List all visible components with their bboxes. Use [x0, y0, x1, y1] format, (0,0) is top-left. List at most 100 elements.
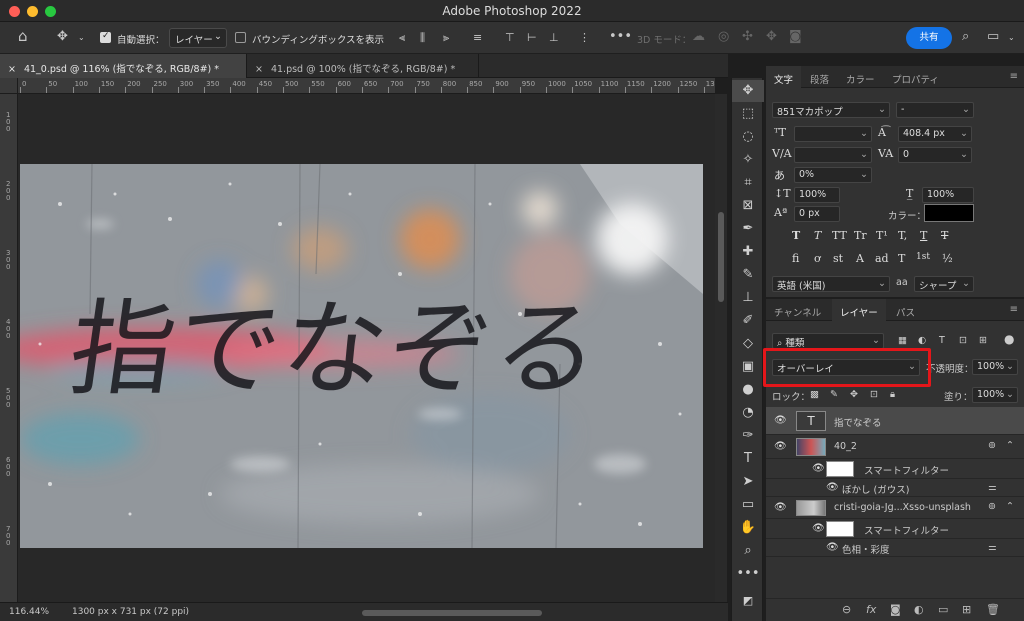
canvas-text[interactable]: 指でなぞる [61, 264, 612, 415]
healing-brush-tool-icon[interactable]: ✚ [732, 241, 764, 263]
layer-row[interactable]: 👁︎ cristi-goia-Jg...Xsso-unsplash ⊚ ⌃ [766, 497, 1024, 519]
font-size-field[interactable]: ⌄ [794, 126, 872, 142]
layer-row[interactable]: 👁︎ 40_2 ⊚ ⌃ [766, 435, 1024, 459]
faux-bold-button[interactable]: T [792, 229, 800, 242]
workspace-icon[interactable]: ▭ [987, 29, 999, 44]
ligature-button[interactable]: fi [792, 252, 799, 265]
tab-channels[interactable]: チャンネル [766, 299, 829, 321]
color-swatches-icon[interactable]: ◩ [732, 590, 764, 612]
layer-row[interactable]: 👁︎ 色相・彩度 ⚌ [766, 539, 1024, 557]
eye-icon[interactable]: 👁︎ [774, 441, 787, 452]
panel-menu-icon[interactable]: ≡ [1010, 304, 1018, 315]
tab-paragraph[interactable]: 段落 [802, 66, 837, 88]
stamp-tool-icon[interactable]: ⊥ [732, 287, 764, 309]
auto-select-checkbox[interactable] [100, 31, 111, 43]
eye-icon[interactable]: 👁︎ [812, 463, 825, 474]
fx-icon[interactable]: fx [866, 603, 876, 616]
new-layer-icon[interactable]: ⊞ [962, 603, 971, 616]
layer-row[interactable]: 👁︎ ぼかし (ガウス) ⚌ [766, 479, 1024, 497]
discretionary-ligature-button[interactable]: st [833, 252, 843, 265]
layer-row[interactable]: 👁︎ スマートフィルター [766, 519, 1024, 539]
delete-layer-icon[interactable]: 🗑︎ [986, 603, 1000, 616]
tracking-field[interactable]: 0 ⌄ [898, 147, 972, 163]
align-bottom-icon[interactable]: ⊥ [549, 31, 559, 44]
eraser-tool-icon[interactable]: ◇ [732, 333, 764, 355]
lock-position-icon[interactable]: ✥ [850, 389, 858, 400]
zoom-level[interactable]: 116.44% [9, 607, 49, 617]
eye-icon[interactable]: 👁︎ [774, 502, 787, 513]
fill-field[interactable]: 100% ⌄ [972, 387, 1018, 403]
vertical-scroll-thumb[interactable] [718, 212, 724, 302]
new-group-icon[interactable]: ▭ [938, 603, 948, 616]
fractions-button[interactable]: ½ [942, 252, 953, 265]
more-tools-icon[interactable]: ••• [732, 563, 764, 585]
marquee-tool-icon[interactable]: ⬚ [732, 103, 764, 125]
ordinals-button[interactable]: 1st [916, 252, 930, 262]
more-icon[interactable]: ••• [609, 29, 632, 44]
lock-image-icon[interactable]: ✎ [830, 389, 838, 400]
leading-field[interactable]: 408.4 px ⌄ [898, 126, 972, 142]
frame-tool-icon[interactable]: ⊠ [732, 195, 764, 217]
horizontal-ruler[interactable]: 0 50 100 150 200 250 300 350 400 450 500 550 600 650 7… [18, 78, 715, 94]
faux-italic-button[interactable]: T [814, 229, 821, 242]
move-tool-icon[interactable]: ✥ [732, 80, 764, 102]
underline-button[interactable]: T [920, 229, 927, 242]
lock-transparent-icon[interactable]: ▩ [810, 389, 819, 400]
tab-color[interactable]: カラー [838, 66, 883, 88]
vertical-scale-field[interactable]: 100% [794, 187, 840, 203]
tab-properties[interactable]: プロパティ [884, 66, 947, 88]
brush-tool-icon[interactable]: ✎ [732, 264, 764, 286]
align-left-icon[interactable]: ⫷ [399, 31, 405, 45]
doc-tab-1[interactable]: × 41_0.psd @ 116% (指でなぞる, RGB/8#) * [0, 54, 247, 78]
horizontal-scale-field[interactable]: 100% [922, 187, 974, 203]
move-tool-icon[interactable]: ✥ [57, 29, 68, 44]
blur-tool-icon[interactable]: ● [732, 379, 764, 401]
doc-tab-2[interactable]: × 41.psd @ 100% (指でなぞる, RGB/8#) * [247, 54, 479, 78]
close-icon[interactable]: × [8, 64, 16, 75]
lasso-tool-icon[interactable]: ◌ [732, 126, 764, 148]
adjustment-layer-icon[interactable]: ◐ [914, 603, 924, 616]
small-caps-button[interactable]: Tr [854, 229, 867, 242]
gradient-tool-icon[interactable]: ▣ [732, 356, 764, 378]
chevron-down-icon[interactable]: ⌄ [78, 33, 85, 42]
align-top-icon[interactable]: ⊤ [505, 31, 515, 44]
bounding-box-checkbox[interactable] [235, 32, 246, 43]
tsume-field[interactable]: 0% ⌄ [794, 167, 872, 183]
close-icon[interactable]: × [255, 64, 263, 75]
layer-row[interactable]: 👁︎ T 指でなぞる [766, 407, 1024, 435]
font-family-select[interactable]: 851マカポップ ⌄ [772, 102, 890, 118]
filter-adjustment-icon[interactable]: ◐ [918, 335, 926, 346]
opacity-field[interactable]: 100% ⌄ [972, 359, 1018, 375]
rectangle-tool-icon[interactable]: ▭ [732, 494, 764, 516]
zoom-tool-icon[interactable]: ⌕ [732, 540, 764, 562]
magic-wand-tool-icon[interactable]: ✧ [732, 149, 764, 171]
vertical-scrollbar[interactable] [715, 94, 727, 602]
dodge-tool-icon[interactable]: ◔ [732, 402, 764, 424]
chevron-down-icon[interactable]: ⌄ [1008, 33, 1015, 42]
filter-type-icon[interactable]: T [939, 335, 945, 346]
kerning-field[interactable]: ⌄ [794, 147, 872, 163]
smart-filter-icon[interactable]: ⊚ [988, 501, 996, 512]
eye-icon[interactable]: 👁︎ [812, 523, 825, 534]
filter-options-icon[interactable]: ⚌ [988, 542, 997, 553]
tab-character[interactable]: 文字 [766, 66, 802, 88]
auto-select-dropdown[interactable]: レイヤー ⌄ [169, 28, 227, 48]
strikethrough-button[interactable]: T [941, 229, 948, 242]
filter-toggle[interactable]: ● [1004, 332, 1014, 346]
horizontal-scroll-thumb[interactable] [362, 610, 542, 616]
smart-filter-icon[interactable]: ⊚ [988, 440, 996, 451]
home-icon[interactable]: ⌂ [18, 27, 28, 45]
path-selection-tool-icon[interactable]: ➤ [732, 471, 764, 493]
swash-button[interactable]: A [856, 252, 864, 265]
old-style-button[interactable]: ơ [814, 252, 821, 265]
history-brush-tool-icon[interactable]: ✐ [732, 310, 764, 332]
text-color-swatch[interactable] [924, 204, 974, 222]
filter-shape-icon[interactable]: ⊡ [959, 335, 967, 346]
language-select[interactable]: 英語 (米国) ⌄ [772, 276, 890, 292]
filter-pixel-icon[interactable]: ▦ [898, 335, 907, 346]
panel-menu-icon[interactable]: ≡ [1010, 71, 1018, 82]
add-mask-icon[interactable]: ◙ [890, 603, 901, 616]
subscript-button[interactable]: T, [898, 229, 907, 242]
tab-paths[interactable]: パス [888, 299, 923, 321]
link-layers-icon[interactable]: ⊖ [842, 603, 851, 616]
